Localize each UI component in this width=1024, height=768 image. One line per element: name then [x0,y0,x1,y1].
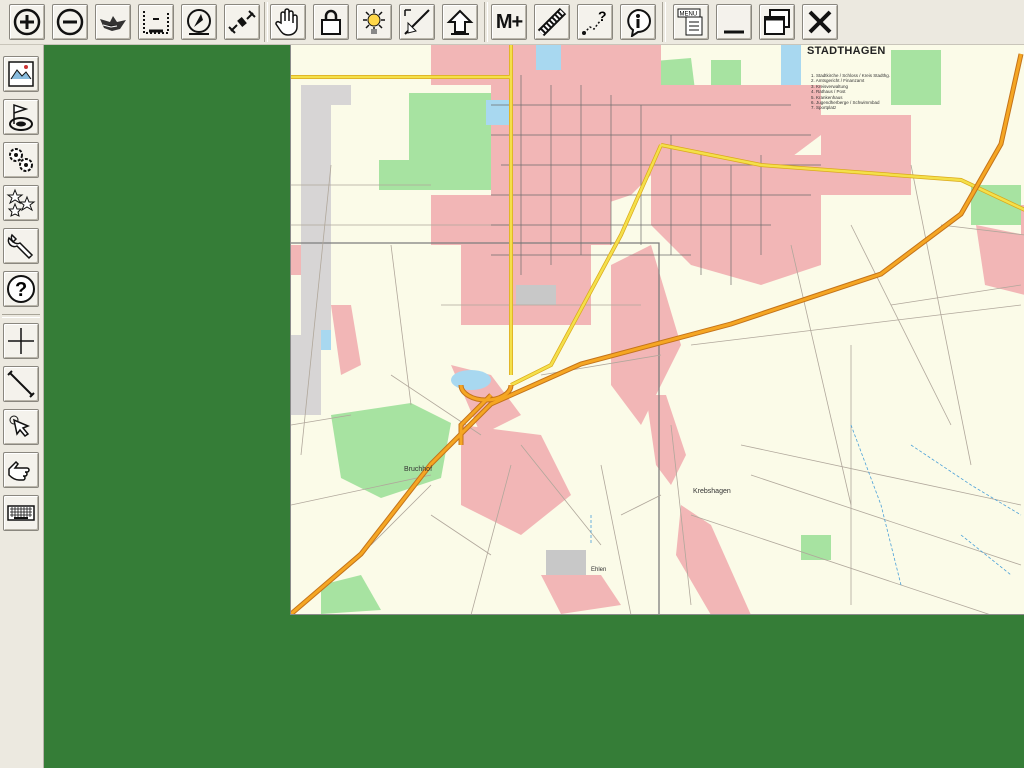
place-label-ehlen: Ehlen [591,567,607,573]
restore-window-icon [764,9,790,35]
question-circle-icon: ? [7,275,35,303]
lock-button[interactable] [313,4,349,40]
menu-icon: MENU [677,8,703,36]
map-legend: 1. Stadtkirche / Schloss / Kreis Stadthg… [811,73,890,111]
close-icon [808,10,832,34]
map-icon [8,61,34,87]
tools-button[interactable] [3,228,39,264]
satellite-icon [228,10,256,34]
scale-button[interactable] [138,4,174,40]
gears-icon [9,148,33,172]
restore-button[interactable] [759,4,795,40]
pointer-hand-icon [9,415,30,437]
hand-icon [275,8,298,36]
map-tiles [291,45,1024,614]
toolbar: M+ ? MENU [0,0,1024,45]
map-select-button[interactable] [3,56,39,92]
upload-button[interactable] [442,4,478,40]
track-button[interactable] [534,4,570,40]
town-label: STADTHAGEN [807,45,886,57]
favorites-button[interactable] [3,185,39,221]
map-area[interactable]: STADTHAGEN Bruchhof Krebshagen Ehlen 1. … [44,45,1024,768]
sidebar: ? [0,45,44,768]
wrench-icon [7,233,34,260]
menu-button[interactable]: MENU [673,4,709,40]
point-select-button[interactable] [3,409,39,445]
arrow-up-icon [446,9,474,35]
memory-add-label: M+ [495,10,523,33]
sun-icon [363,9,385,34]
measure-line-icon [7,370,35,398]
flag-target-icon [9,103,33,131]
hand-pointing-icon [8,460,30,481]
route-help-button[interactable]: ? [577,4,613,40]
memory-add-button[interactable]: M+ [491,4,527,40]
pen-icon [404,9,430,35]
svg-text:?: ? [598,8,607,24]
legend-line: 7. Sportplatz [811,105,837,111]
settings-button[interactable] [3,142,39,178]
svg-text:?: ? [15,279,27,301]
lock-icon [321,9,341,35]
close-button[interactable] [802,4,838,40]
pen-button[interactable] [399,4,435,40]
keyboard-button[interactable] [3,495,39,531]
map-canvas[interactable]: STADTHAGEN Bruchhof Krebshagen Ehlen 1. … [290,45,1024,615]
ruler-scale-icon [143,11,169,34]
compass-button[interactable] [181,4,217,40]
minimize-button[interactable] [716,4,752,40]
help-button[interactable]: ? [3,271,39,307]
crosshair-icon [8,328,34,354]
keyboard-icon [7,505,35,521]
satellite-button[interactable] [224,4,260,40]
eagle-icon [100,16,126,31]
info-icon [627,8,651,37]
compass-icon [187,9,211,35]
zoom-in-button[interactable] [9,4,45,40]
info-button[interactable] [620,4,656,40]
crosshair-button[interactable] [3,323,39,359]
route-question-icon: ? [582,8,607,35]
pan-button[interactable] [270,4,306,40]
plus-circle-icon [13,8,41,36]
minus-circle-icon [56,8,84,36]
place-label-krebshagen: Krebshagen [693,488,731,495]
track-icon [537,7,567,37]
measure-button[interactable] [3,366,39,402]
target-button[interactable] [3,99,39,135]
stars-icon [6,188,36,217]
place-label-bruchhof: Bruchhof [404,466,433,473]
bird-view-button[interactable] [95,4,131,40]
brightness-button[interactable] [356,4,392,40]
drag-button[interactable] [3,452,39,488]
minimize-icon [724,30,744,34]
zoom-out-button[interactable] [52,4,88,40]
